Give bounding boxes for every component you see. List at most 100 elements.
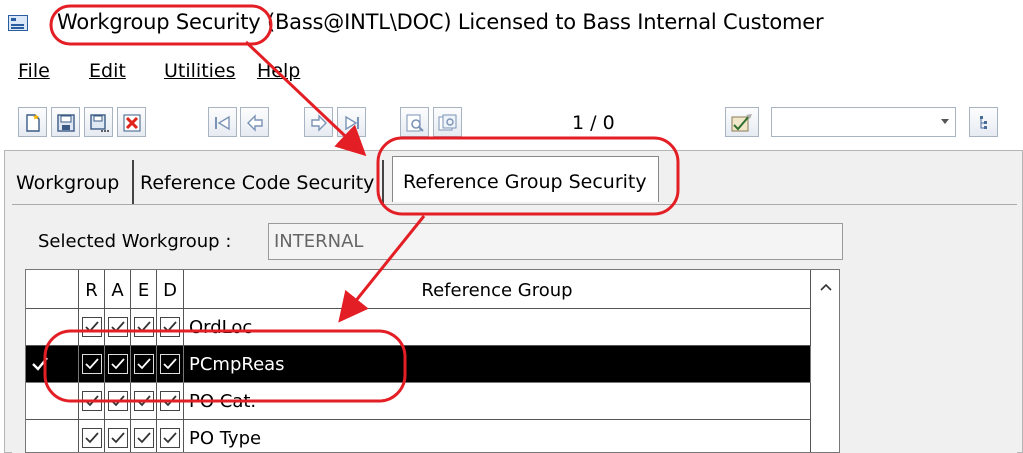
save-button[interactable] <box>51 107 80 137</box>
checkmark-icon <box>137 395 151 407</box>
table-row[interactable]: PO Cat. <box>26 383 811 420</box>
menu-edit[interactable]: Edit <box>89 60 126 82</box>
d-checkbox[interactable] <box>160 317 180 337</box>
a-cell[interactable] <box>105 309 131 346</box>
last-record-icon <box>345 115 359 131</box>
menu-help[interactable]: Help <box>257 60 300 82</box>
r-checkbox[interactable] <box>82 354 102 374</box>
table-row-selected[interactable]: PCmpReas <box>26 346 811 383</box>
checkmark-icon <box>163 432 177 444</box>
tree-view-icon <box>980 116 987 129</box>
previous-record-icon <box>247 114 263 132</box>
row-selector[interactable] <box>26 346 79 383</box>
previous-record-button[interactable] <box>240 107 269 137</box>
column-header-d[interactable]: D <box>157 270 184 309</box>
next-record-icon <box>311 114 327 132</box>
chevron-down-icon[interactable] <box>941 119 949 124</box>
r-cell[interactable] <box>79 383 105 420</box>
save-as-button[interactable] <box>84 107 113 137</box>
scroll-up-icon[interactable] <box>820 281 832 293</box>
a-checkbox[interactable] <box>108 317 128 337</box>
checkmark-icon <box>137 321 151 333</box>
column-header-a[interactable]: A <box>105 270 131 309</box>
r-checkbox[interactable] <box>82 317 102 337</box>
browse-button[interactable] <box>433 107 462 137</box>
new-button[interactable] <box>18 107 47 137</box>
e-checkbox[interactable] <box>134 391 154 411</box>
tab-reference-code-security[interactable]: Reference Code Security <box>134 160 384 204</box>
d-cell[interactable] <box>157 420 184 452</box>
reference-group-cell[interactable] <box>184 383 811 420</box>
delete-icon <box>123 114 141 132</box>
first-record-button[interactable] <box>208 107 237 137</box>
toolbar-combo[interactable] <box>771 107 956 137</box>
r-checkbox[interactable] <box>82 391 102 411</box>
r-cell[interactable] <box>79 346 105 383</box>
d-cell[interactable] <box>157 346 184 383</box>
reference-group-name: OrdLoc <box>189 317 253 338</box>
a-cell[interactable] <box>105 383 131 420</box>
app-window-icon[interactable] <box>8 15 28 31</box>
window-title: Workgroup Security (Bass@INTL\DOC) Licen… <box>57 10 824 34</box>
table-row[interactable]: PO Type <box>26 420 811 452</box>
tab-workgroup-label: Workgroup <box>16 172 120 194</box>
menu-file[interactable]: File <box>18 60 50 82</box>
tab-reference-group-security-label: Reference Group Security <box>403 171 647 193</box>
delete-button[interactable] <box>117 107 146 137</box>
e-cell[interactable] <box>131 420 157 452</box>
menu-utilities[interactable]: Utilities <box>164 60 236 82</box>
last-record-button[interactable] <box>337 107 366 137</box>
d-checkbox[interactable] <box>160 428 180 448</box>
e-cell[interactable] <box>131 383 157 420</box>
column-header-e[interactable]: E <box>131 270 157 309</box>
check-edit-button[interactable] <box>725 107 759 137</box>
check-edit-icon <box>731 114 752 132</box>
tree-view-button[interactable] <box>969 107 998 137</box>
a-checkbox[interactable] <box>108 428 128 448</box>
title-bar: Workgroup Security (Bass@INTL\DOC) Licen… <box>0 0 1023 50</box>
current-row-checkmark-icon <box>32 357 48 371</box>
r-cell[interactable] <box>79 309 105 346</box>
d-cell[interactable] <box>157 383 184 420</box>
row-selector[interactable] <box>26 309 79 346</box>
table-row[interactable]: OrdLoc <box>26 309 811 346</box>
row-selector-header <box>26 270 79 309</box>
menu-edit-label: Edit <box>89 60 126 82</box>
tab-reference-group-security[interactable]: Reference Group Security <box>392 156 659 202</box>
save-as-icon <box>90 114 109 132</box>
r-checkbox[interactable] <box>82 428 102 448</box>
reference-group-name: PO Cat. <box>189 391 257 412</box>
save-icon <box>57 114 75 132</box>
checkmark-icon <box>163 358 177 370</box>
browse-icon <box>438 114 457 131</box>
checkmark-icon <box>111 395 125 407</box>
a-checkbox[interactable] <box>108 391 128 411</box>
d-cell[interactable] <box>157 309 184 346</box>
menu-file-label: File <box>18 60 50 82</box>
find-button[interactable] <box>400 107 429 137</box>
menu-utilities-label: Utilities <box>164 60 236 82</box>
a-cell[interactable] <box>105 420 131 452</box>
row-selector[interactable] <box>26 383 79 420</box>
a-cell[interactable] <box>105 346 131 383</box>
r-cell[interactable] <box>79 420 105 452</box>
d-checkbox[interactable] <box>160 354 180 374</box>
reference-group-cell[interactable] <box>184 309 811 346</box>
tab-workgroup[interactable]: Workgroup <box>12 160 134 204</box>
column-header-r[interactable]: R <box>79 270 105 309</box>
e-checkbox[interactable] <box>134 354 154 374</box>
next-record-button[interactable] <box>304 107 333 137</box>
e-cell[interactable] <box>131 346 157 383</box>
d-checkbox[interactable] <box>160 391 180 411</box>
e-checkbox[interactable] <box>134 317 154 337</box>
checkmark-icon <box>137 358 151 370</box>
checkmark-icon <box>163 321 177 333</box>
tab-reference-code-security-label: Reference Code Security <box>140 172 375 194</box>
e-cell[interactable] <box>131 309 157 346</box>
column-header-reference-group[interactable]: Reference Group <box>184 270 811 309</box>
e-checkbox[interactable] <box>134 428 154 448</box>
reference-group-cell[interactable] <box>184 420 811 452</box>
row-selector[interactable] <box>26 420 79 452</box>
checkmark-icon <box>85 432 99 444</box>
a-checkbox[interactable] <box>108 354 128 374</box>
